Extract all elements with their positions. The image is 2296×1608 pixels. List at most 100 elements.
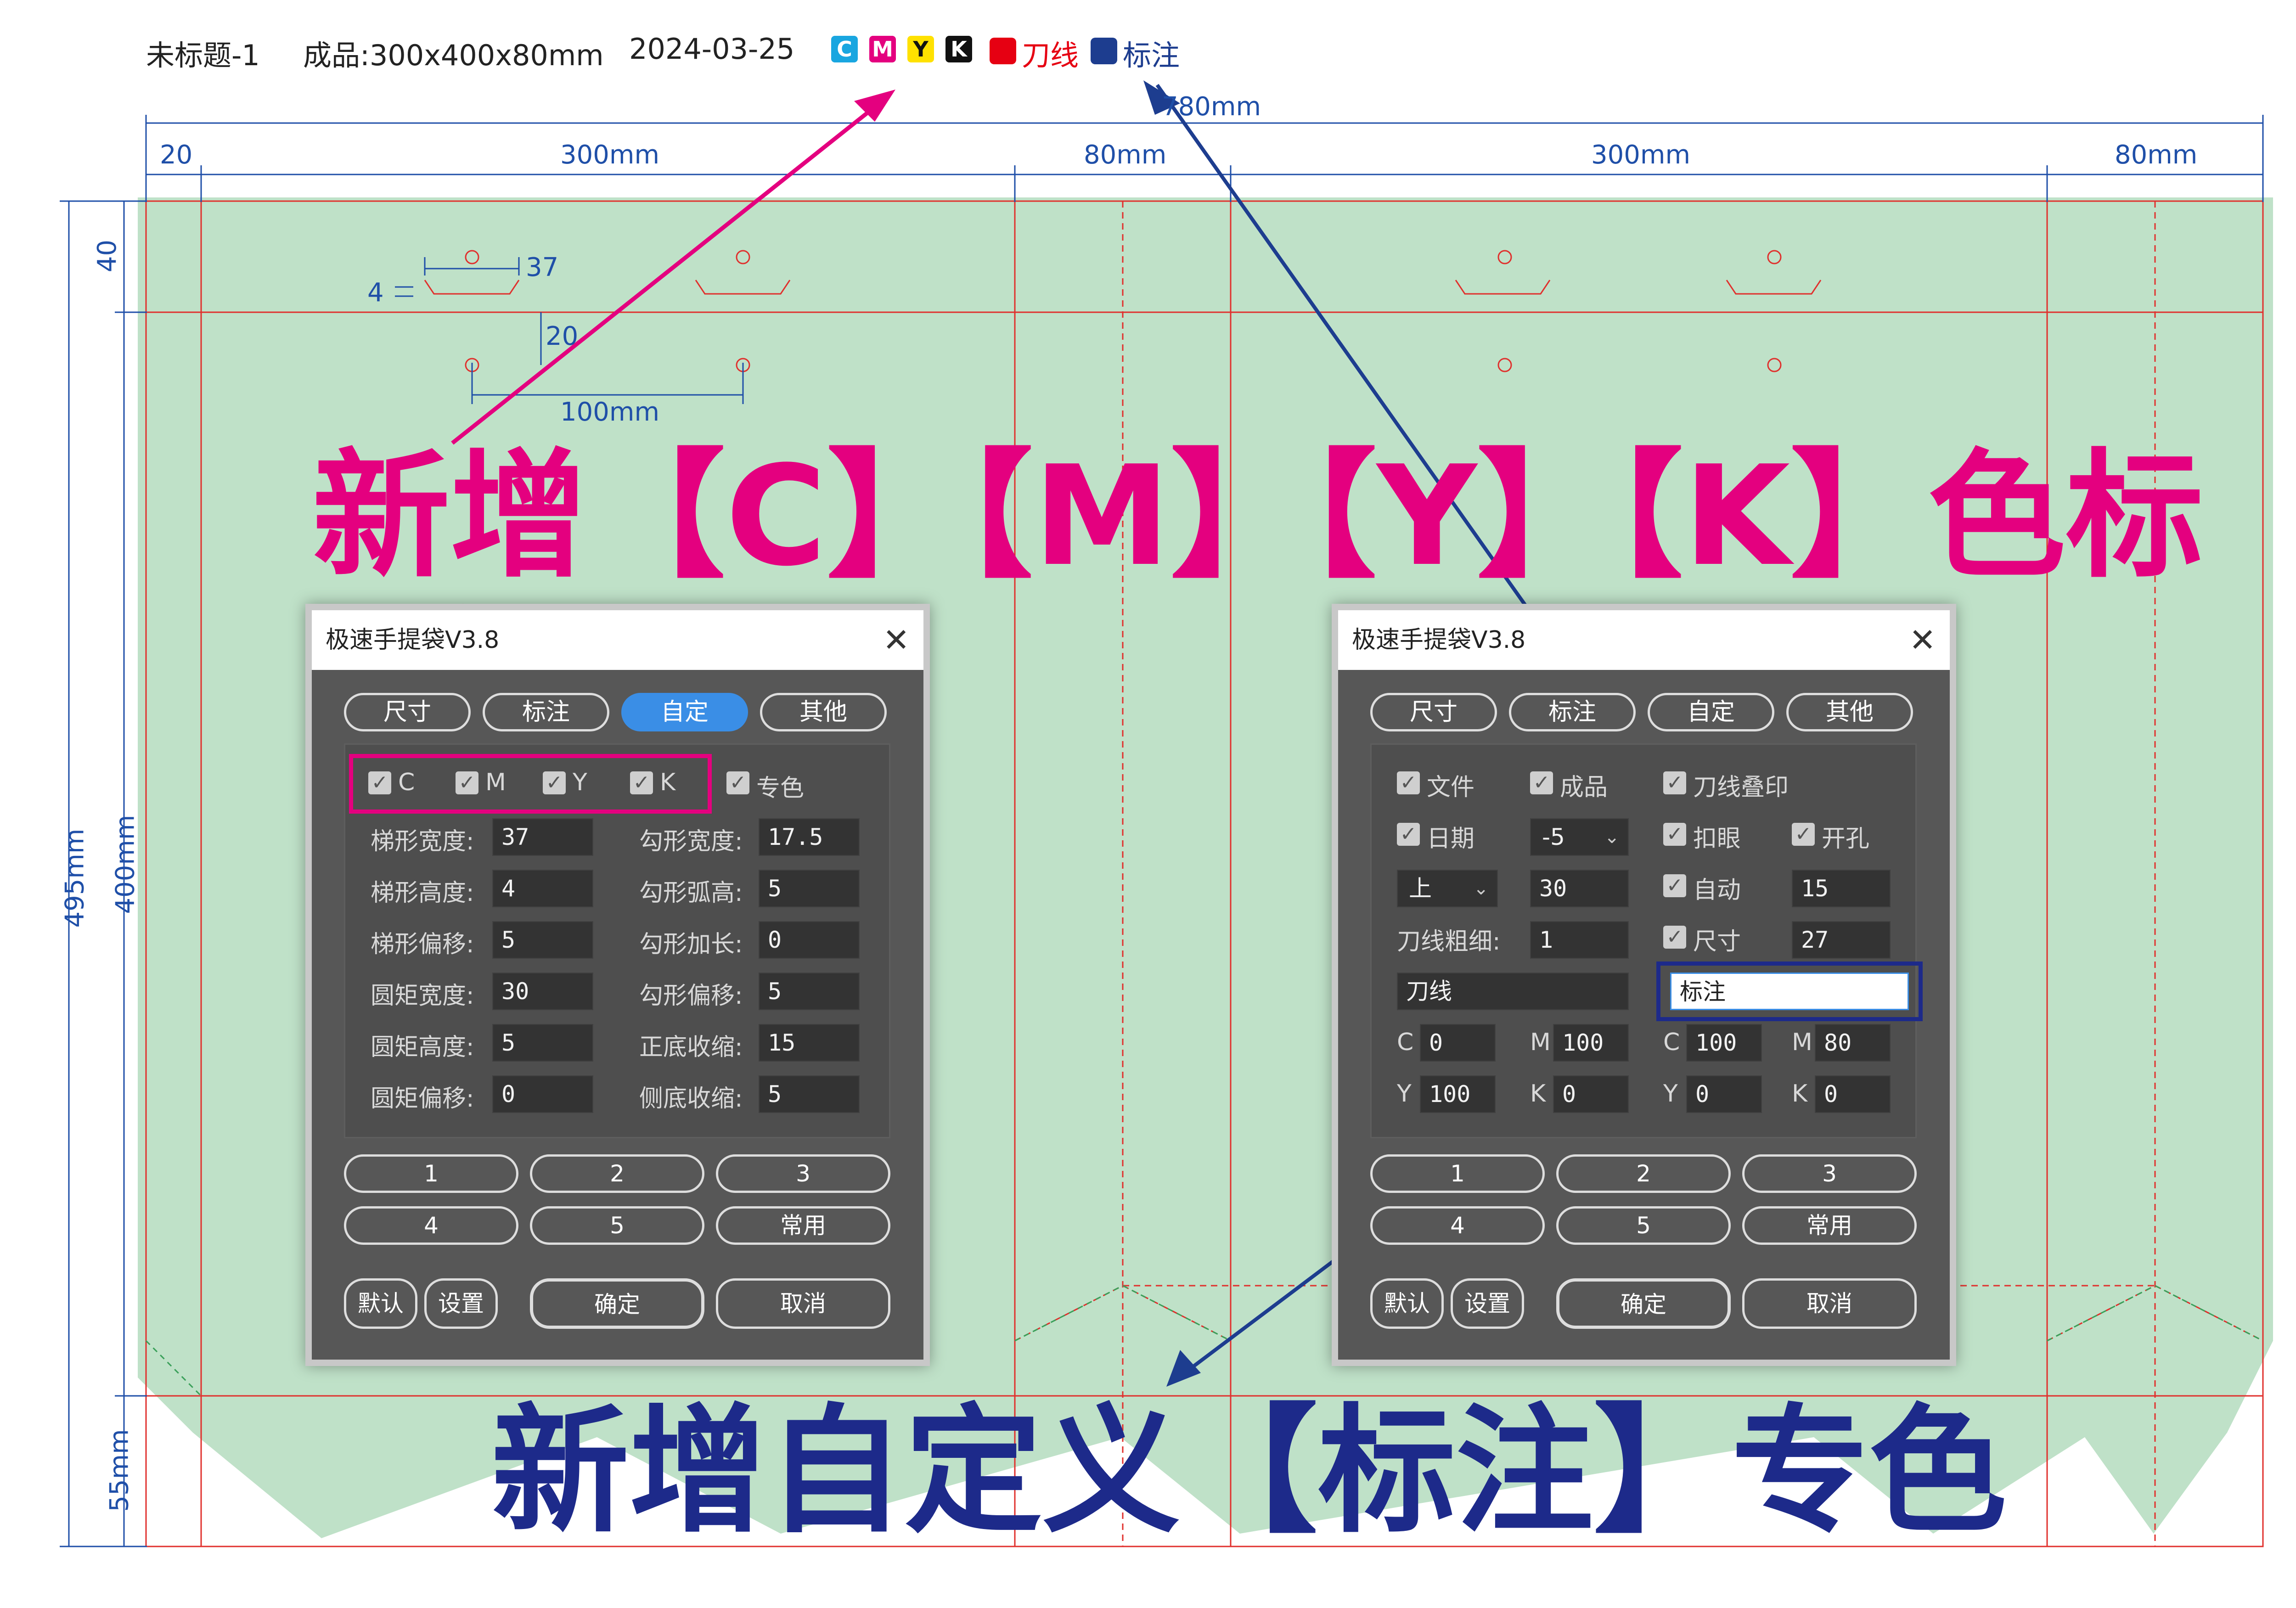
checkbox-k-label: K xyxy=(660,769,676,796)
hook-offset-input[interactable]: 5 xyxy=(759,973,860,1010)
hook-arc-input[interactable]: 5 xyxy=(759,870,860,907)
annotation-y-input[interactable]: 0 xyxy=(1686,1075,1762,1113)
tab-custom[interactable]: 自定 xyxy=(1648,693,1774,731)
checkbox-product-label: 成品 xyxy=(1560,774,1608,801)
checkbox-punch[interactable]: ✓ xyxy=(1792,823,1815,846)
total-height-dim: 495mm xyxy=(60,828,90,928)
checkbox-button-eye[interactable]: ✓ xyxy=(1663,823,1686,846)
trapezoid-height-input[interactable]: 4 xyxy=(492,870,593,907)
checkbox-k[interactable]: ✓ xyxy=(630,771,653,794)
dim-segment-1: 20 xyxy=(160,140,193,170)
date-offset-select[interactable]: -5 ⌄ xyxy=(1530,818,1629,856)
side-bottom-shrink-input[interactable]: 5 xyxy=(759,1075,860,1113)
swatch-m: M xyxy=(869,36,896,62)
annotation-c-input[interactable]: 100 xyxy=(1686,1024,1762,1062)
size-value-input[interactable]: 27 xyxy=(1792,921,1891,959)
annotation-m-input[interactable]: 80 xyxy=(1815,1024,1891,1062)
position-select[interactable]: 上 ⌄ xyxy=(1397,870,1498,907)
settings-button[interactable]: 设置 xyxy=(1451,1278,1524,1329)
settings-button[interactable]: 设置 xyxy=(424,1278,498,1329)
headline-cmyk-marks: 新增【C】【M】【Y】【K】色标 xyxy=(312,436,2204,596)
checkbox-c[interactable]: ✓ xyxy=(368,771,391,794)
preset-5-button[interactable]: 5 xyxy=(530,1206,704,1245)
preset-2-button[interactable]: 2 xyxy=(1556,1154,1731,1193)
cancel-button[interactable]: 取消 xyxy=(716,1278,890,1329)
die-k-input[interactable]: 0 xyxy=(1553,1075,1629,1113)
trapezoid-offset-input[interactable]: 5 xyxy=(492,921,593,959)
close-icon[interactable]: ✕ xyxy=(883,610,910,670)
auto-value-input[interactable]: 15 xyxy=(1792,870,1891,907)
die-m-input[interactable]: 100 xyxy=(1553,1024,1629,1062)
checkbox-spot-color[interactable]: ✓ xyxy=(726,771,749,794)
preset-1-button[interactable]: 1 xyxy=(1370,1154,1545,1193)
trapezoid-width-input[interactable]: 37 xyxy=(492,818,593,856)
round-rect-height-input[interactable]: 5 xyxy=(492,1024,593,1062)
date-label: 2024-03-25 xyxy=(629,32,795,66)
cmyk-label-m: M xyxy=(1792,1029,1812,1056)
die-c-input[interactable]: 0 xyxy=(1420,1024,1496,1062)
checkbox-auto[interactable]: ✓ xyxy=(1663,874,1686,897)
ok-button[interactable]: 确定 xyxy=(1556,1278,1731,1329)
preset-4-button[interactable]: 4 xyxy=(344,1206,518,1245)
hook-extend-input[interactable]: 0 xyxy=(759,921,860,959)
tab-annotation[interactable]: 标注 xyxy=(1509,693,1636,731)
preset-5-button[interactable]: 5 xyxy=(1556,1206,1731,1245)
field-label: 梯形宽度: xyxy=(371,828,474,855)
round-rect-width-input[interactable]: 30 xyxy=(492,973,593,1010)
preset-4-button[interactable]: 4 xyxy=(1370,1206,1545,1245)
tab-size[interactable]: 尺寸 xyxy=(344,693,471,731)
annotation-name-input[interactable]: 标注 xyxy=(1670,973,1909,1010)
line-width-input[interactable]: 1 xyxy=(1530,921,1629,959)
field-label: 侧底收缩: xyxy=(639,1085,743,1113)
annotation-settings-panel: ✓ 文件 ✓ 成品 ✓ 刀线叠印 ✓ 日期 -5 ⌄ ✓ 扣眼 ✓ 开孔 上 ⌄ 3… xyxy=(1370,743,1923,1138)
checkbox-date[interactable]: ✓ xyxy=(1397,823,1420,846)
tab-size[interactable]: 尺寸 xyxy=(1370,693,1497,731)
annotation-k-input[interactable]: 0 xyxy=(1815,1075,1891,1113)
cmyk-label-m: M xyxy=(1530,1029,1551,1056)
die-line-name-input[interactable]: 刀线 xyxy=(1397,973,1629,1010)
file-name-label: 未标题-1 xyxy=(146,39,260,72)
position-value-input[interactable]: 30 xyxy=(1530,870,1629,907)
tab-custom[interactable]: 自定 xyxy=(621,693,748,731)
checkbox-punch-label: 开孔 xyxy=(1822,825,1870,853)
field-label: 梯形偏移: xyxy=(371,931,474,958)
checkbox-y-label: Y xyxy=(573,769,587,796)
default-button[interactable]: 默认 xyxy=(1370,1278,1444,1329)
checkbox-product[interactable]: ✓ xyxy=(1530,771,1553,794)
preset-3-button[interactable]: 3 xyxy=(1742,1154,1917,1193)
annotation-label: 标注 xyxy=(1123,39,1180,72)
ok-button[interactable]: 确定 xyxy=(530,1278,704,1329)
common-preset-button[interactable]: 常用 xyxy=(716,1206,890,1245)
checkbox-y[interactable]: ✓ xyxy=(543,771,566,794)
close-icon[interactable]: ✕ xyxy=(1909,610,1936,670)
chevron-down-icon: ⌄ xyxy=(1604,826,1620,848)
dim-segment-5: 80mm xyxy=(2115,140,2198,170)
cmyk-label-y: Y xyxy=(1397,1080,1412,1108)
front-bottom-shrink-input[interactable]: 15 xyxy=(759,1024,860,1062)
preset-2-button[interactable]: 2 xyxy=(530,1154,704,1193)
checkbox-c-label: C xyxy=(398,769,415,796)
round-rect-offset-input[interactable]: 0 xyxy=(492,1075,593,1113)
checkbox-file[interactable]: ✓ xyxy=(1397,771,1420,794)
checkbox-die-overprint-label: 刀线叠印 xyxy=(1693,774,1789,801)
checkbox-size[interactable]: ✓ xyxy=(1663,926,1686,949)
checkbox-die-overprint[interactable]: ✓ xyxy=(1663,771,1686,794)
die-y-input[interactable]: 100 xyxy=(1420,1075,1496,1113)
default-button[interactable]: 默认 xyxy=(344,1278,417,1329)
annotation-swatch xyxy=(1091,38,1117,64)
hook-width-input[interactable]: 17.5 xyxy=(759,818,860,856)
cmyk-label-y: Y xyxy=(1663,1080,1678,1108)
cancel-button[interactable]: 取消 xyxy=(1742,1278,1917,1329)
preset-3-button[interactable]: 3 xyxy=(716,1154,890,1193)
checkbox-m[interactable]: ✓ xyxy=(456,771,478,794)
preset-1-button[interactable]: 1 xyxy=(344,1154,518,1193)
tab-annotation[interactable]: 标注 xyxy=(483,693,609,731)
tab-other[interactable]: 其他 xyxy=(1786,693,1913,731)
common-preset-button[interactable]: 常用 xyxy=(1742,1206,1917,1245)
cmyk-label-c: C xyxy=(1663,1029,1680,1056)
checkbox-date-label: 日期 xyxy=(1427,825,1475,853)
dialog-title: 极速手提袋V3.8 xyxy=(326,626,500,654)
tab-other[interactable]: 其他 xyxy=(760,693,887,731)
field-label: 勾形加长: xyxy=(639,931,743,958)
checkbox-button-eye-label: 扣眼 xyxy=(1693,825,1741,853)
